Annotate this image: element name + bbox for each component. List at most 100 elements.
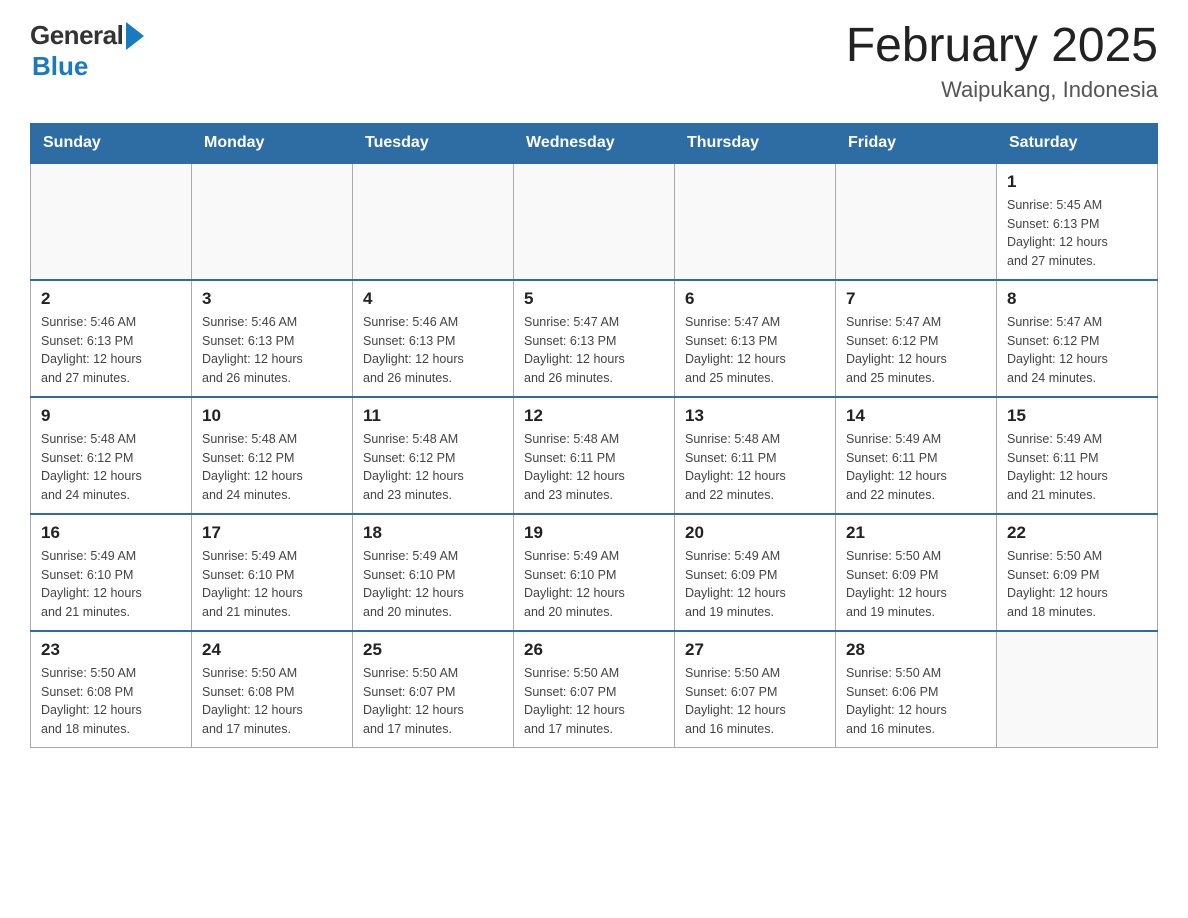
calendar-cell [675, 163, 836, 280]
weekday-header-tuesday: Tuesday [353, 123, 514, 163]
day-number: 8 [1007, 289, 1147, 309]
day-info: Sunrise: 5:49 AM Sunset: 6:11 PM Dayligh… [846, 430, 986, 505]
calendar-cell: 10 Sunrise: 5:48 AM Sunset: 6:12 PM Dayli… [192, 397, 353, 514]
calendar-cell [997, 631, 1158, 748]
calendar-cell: 20 Sunrise: 5:49 AM Sunset: 6:09 PM Dayli… [675, 514, 836, 631]
day-number: 28 [846, 640, 986, 660]
calendar-cell: 3 Sunrise: 5:46 AM Sunset: 6:13 PM Daylig… [192, 280, 353, 397]
calendar-cell [514, 163, 675, 280]
day-info: Sunrise: 5:50 AM Sunset: 6:08 PM Dayligh… [202, 664, 342, 739]
day-number: 15 [1007, 406, 1147, 426]
calendar-cell: 11 Sunrise: 5:48 AM Sunset: 6:12 PM Dayli… [353, 397, 514, 514]
day-number: 27 [685, 640, 825, 660]
day-info: Sunrise: 5:47 AM Sunset: 6:12 PM Dayligh… [846, 313, 986, 388]
calendar-cell: 4 Sunrise: 5:46 AM Sunset: 6:13 PM Daylig… [353, 280, 514, 397]
day-number: 3 [202, 289, 342, 309]
calendar-week-row: 1 Sunrise: 5:45 AM Sunset: 6:13 PM Daylig… [31, 163, 1158, 280]
calendar-cell: 16Sunrise: 5:49 AM Sunset: 6:10 PM Dayli… [31, 514, 192, 631]
day-info: Sunrise: 5:50 AM Sunset: 6:07 PM Dayligh… [524, 664, 664, 739]
calendar-cell: 7 Sunrise: 5:47 AM Sunset: 6:12 PM Daylig… [836, 280, 997, 397]
day-info: Sunrise: 5:47 AM Sunset: 6:13 PM Dayligh… [524, 313, 664, 388]
month-title: February 2025 [846, 20, 1158, 73]
day-info: Sunrise: 5:50 AM Sunset: 6:08 PM Dayligh… [41, 664, 181, 739]
day-number: 25 [363, 640, 503, 660]
calendar-cell: 24 Sunrise: 5:50 AM Sunset: 6:08 PM Dayli… [192, 631, 353, 748]
day-number: 10 [202, 406, 342, 426]
day-number: 23 [41, 640, 181, 660]
weekday-header-friday: Friday [836, 123, 997, 163]
calendar-cell: 23 Sunrise: 5:50 AM Sunset: 6:08 PM Dayli… [31, 631, 192, 748]
logo-triangle-icon [126, 22, 144, 50]
day-info: Sunrise: 5:48 AM Sunset: 6:12 PM Dayligh… [363, 430, 503, 505]
logo: General Blue [30, 20, 144, 82]
day-number: 5 [524, 289, 664, 309]
day-number: 12 [524, 406, 664, 426]
day-info: Sunrise: 5:49 AM Sunset: 6:09 PM Dayligh… [685, 547, 825, 622]
day-info: Sunrise: 5:46 AM Sunset: 6:13 PM Dayligh… [202, 313, 342, 388]
day-number: 9 [41, 406, 181, 426]
calendar-cell: 17 Sunrise: 5:49 AM Sunset: 6:10 PM Dayli… [192, 514, 353, 631]
calendar-cell: 18Sunrise: 5:49 AM Sunset: 6:10 PM Dayli… [353, 514, 514, 631]
calendar-cell [192, 163, 353, 280]
calendar-cell: 19 Sunrise: 5:49 AM Sunset: 6:10 PM Dayli… [514, 514, 675, 631]
calendar-week-row: 9 Sunrise: 5:48 AM Sunset: 6:12 PM Daylig… [31, 397, 1158, 514]
calendar-cell: 2 Sunrise: 5:46 AM Sunset: 6:13 PM Daylig… [31, 280, 192, 397]
weekday-header-saturday: Saturday [997, 123, 1158, 163]
day-info: Sunrise: 5:47 AM Sunset: 6:13 PM Dayligh… [685, 313, 825, 388]
day-info: Sunrise: 5:50 AM Sunset: 6:09 PM Dayligh… [1007, 547, 1147, 622]
day-info: Sunrise: 5:50 AM Sunset: 6:07 PM Dayligh… [363, 664, 503, 739]
calendar-cell [836, 163, 997, 280]
page-header: General Blue February 2025 Waipukang, In… [30, 20, 1158, 103]
calendar-header: SundayMondayTuesdayWednesdayThursdayFrid… [31, 123, 1158, 163]
calendar-cell: 1 Sunrise: 5:45 AM Sunset: 6:13 PM Daylig… [997, 163, 1158, 280]
calendar-cell: 12 Sunrise: 5:48 AM Sunset: 6:11 PM Dayli… [514, 397, 675, 514]
day-number: 22 [1007, 523, 1147, 543]
day-info: Sunrise: 5:48 AM Sunset: 6:12 PM Dayligh… [202, 430, 342, 505]
day-info: Sunrise: 5:49 AM Sunset: 6:10 PM Dayligh… [202, 547, 342, 622]
logo-blue: Blue [32, 51, 88, 81]
day-number: 13 [685, 406, 825, 426]
calendar-cell: 13 Sunrise: 5:48 AM Sunset: 6:11 PM Dayli… [675, 397, 836, 514]
day-info: Sunrise: 5:47 AM Sunset: 6:12 PM Dayligh… [1007, 313, 1147, 388]
weekday-header-thursday: Thursday [675, 123, 836, 163]
calendar-cell: 26Sunrise: 5:50 AM Sunset: 6:07 PM Dayli… [514, 631, 675, 748]
day-number: 7 [846, 289, 986, 309]
day-number: 19 [524, 523, 664, 543]
weekday-header-sunday: Sunday [31, 123, 192, 163]
day-info: Sunrise: 5:50 AM Sunset: 6:06 PM Dayligh… [846, 664, 986, 739]
day-number: 11 [363, 406, 503, 426]
calendar-cell: 27 Sunrise: 5:50 AM Sunset: 6:07 PM Dayli… [675, 631, 836, 748]
calendar-cell: 8 Sunrise: 5:47 AM Sunset: 6:12 PM Daylig… [997, 280, 1158, 397]
day-info: Sunrise: 5:45 AM Sunset: 6:13 PM Dayligh… [1007, 196, 1147, 271]
day-info: Sunrise: 5:48 AM Sunset: 6:12 PM Dayligh… [41, 430, 181, 505]
logo-general: General [30, 20, 123, 51]
calendar-cell: 6Sunrise: 5:47 AM Sunset: 6:13 PM Daylig… [675, 280, 836, 397]
day-info: Sunrise: 5:46 AM Sunset: 6:13 PM Dayligh… [363, 313, 503, 388]
day-info: Sunrise: 5:48 AM Sunset: 6:11 PM Dayligh… [524, 430, 664, 505]
day-number: 21 [846, 523, 986, 543]
calendar-week-row: 16Sunrise: 5:49 AM Sunset: 6:10 PM Dayli… [31, 514, 1158, 631]
day-number: 2 [41, 289, 181, 309]
calendar-cell: 9 Sunrise: 5:48 AM Sunset: 6:12 PM Daylig… [31, 397, 192, 514]
calendar-week-row: 2 Sunrise: 5:46 AM Sunset: 6:13 PM Daylig… [31, 280, 1158, 397]
calendar-cell [353, 163, 514, 280]
day-info: Sunrise: 5:46 AM Sunset: 6:13 PM Dayligh… [41, 313, 181, 388]
calendar-cell: 21Sunrise: 5:50 AM Sunset: 6:09 PM Dayli… [836, 514, 997, 631]
day-info: Sunrise: 5:49 AM Sunset: 6:11 PM Dayligh… [1007, 430, 1147, 505]
calendar-cell: 14 Sunrise: 5:49 AM Sunset: 6:11 PM Dayli… [836, 397, 997, 514]
weekday-header-row: SundayMondayTuesdayWednesdayThursdayFrid… [31, 123, 1158, 163]
calendar-body: 1 Sunrise: 5:45 AM Sunset: 6:13 PM Daylig… [31, 163, 1158, 748]
day-number: 4 [363, 289, 503, 309]
day-number: 24 [202, 640, 342, 660]
weekday-header-wednesday: Wednesday [514, 123, 675, 163]
day-number: 14 [846, 406, 986, 426]
day-info: Sunrise: 5:49 AM Sunset: 6:10 PM Dayligh… [524, 547, 664, 622]
day-number: 1 [1007, 172, 1147, 192]
day-info: Sunrise: 5:50 AM Sunset: 6:07 PM Dayligh… [685, 664, 825, 739]
day-info: Sunrise: 5:48 AM Sunset: 6:11 PM Dayligh… [685, 430, 825, 505]
weekday-header-monday: Monday [192, 123, 353, 163]
day-number: 17 [202, 523, 342, 543]
calendar-cell: 28 Sunrise: 5:50 AM Sunset: 6:06 PM Dayli… [836, 631, 997, 748]
calendar-cell: 25 Sunrise: 5:50 AM Sunset: 6:07 PM Dayli… [353, 631, 514, 748]
day-number: 20 [685, 523, 825, 543]
